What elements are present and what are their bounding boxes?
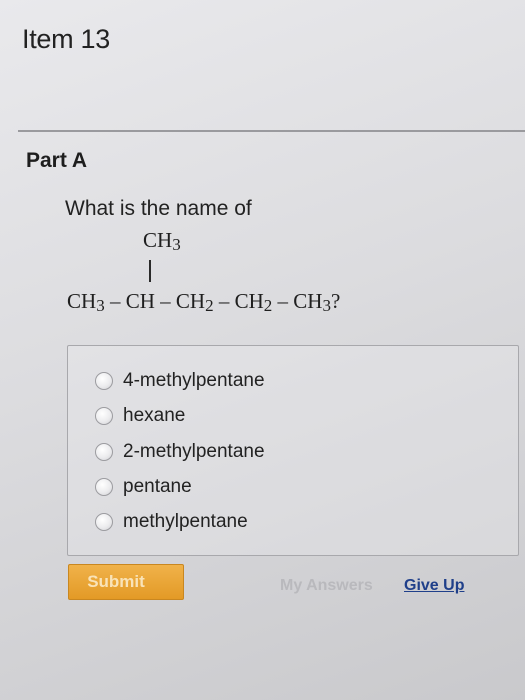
option-label: hexane [123,405,186,426]
option-pentane[interactable]: pentane [95,474,192,500]
radio-button[interactable] [95,372,113,390]
option-label: 2-methylpentane [123,441,265,462]
question-page: Item 13 Part A What is the name of CH3 C… [0,0,525,700]
formula-branch-group: CH3 [143,228,181,255]
chain-group-5: CH3? [293,289,341,315]
option-hexane[interactable]: hexane [95,403,185,429]
item-title: Item 13 [22,24,110,54]
chain-group-3: CH2 – [175,289,235,315]
option-label: pentane [123,476,192,497]
part-title: Part A [26,149,88,172]
formula-bond-line [149,260,151,282]
my-answers-link[interactable]: My Answers [280,577,373,595]
radio-button[interactable] [95,513,113,531]
formula-main-chain: CH3 – CH – CH2 – CH2 – CH3? [67,289,340,316]
give-up-link[interactable]: Give Up [404,577,464,595]
branch-group-subscript: 3 [172,235,181,254]
chain-group-1: CH3 – [67,289,126,315]
option-label: methylpentane [123,511,248,532]
chain-group-2: CH – [125,289,176,313]
radio-button[interactable] [95,478,113,496]
option-4-methylpentane[interactable]: 4-methylpentane [95,368,265,394]
question-prompt: What is the name of [65,197,252,220]
branch-group-text: CH [143,228,173,252]
option-label: 4-methylpentane [123,370,265,391]
radio-button[interactable] [95,443,113,461]
radio-button[interactable] [95,407,113,425]
submit-button[interactable]: Submit [68,564,184,600]
chain-group-4: CH2 – [234,289,294,315]
option-methylpentane[interactable]: methylpentane [95,509,248,535]
section-divider [18,130,525,132]
option-2-methylpentane[interactable]: 2-methylpentane [95,439,265,465]
